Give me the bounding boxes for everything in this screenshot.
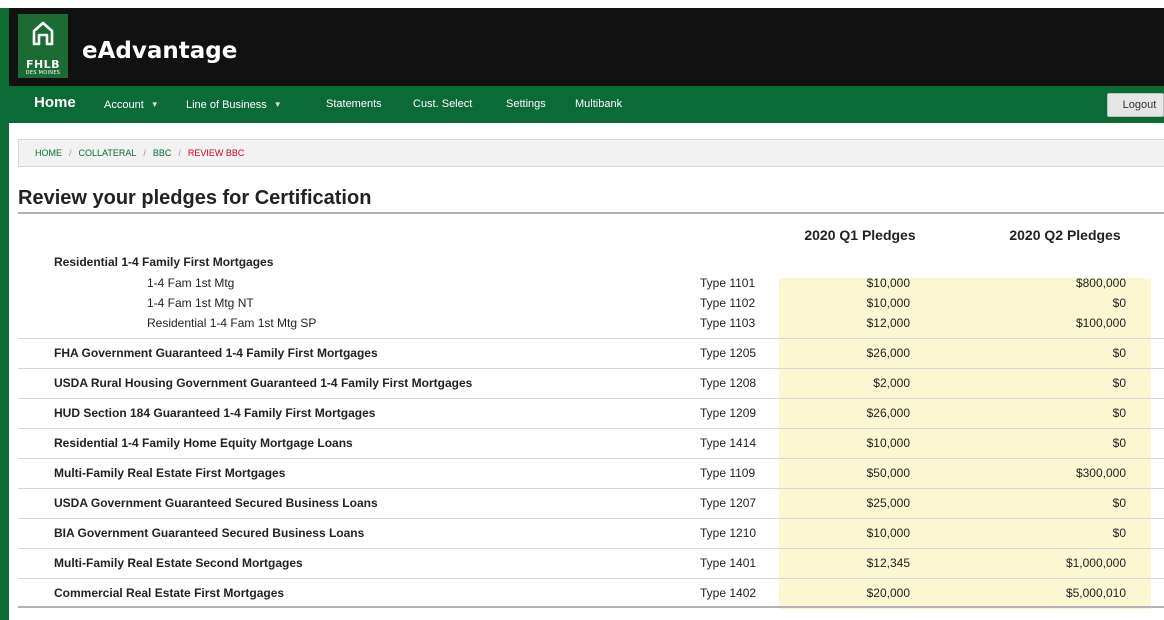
left-rail	[0, 8, 9, 620]
chevron-down-icon: ▼	[150, 100, 159, 109]
sub-row-label: 1-4 Fam 1st Mtg	[147, 276, 235, 290]
row-label: Multi-Family Real Estate First Mortgages	[54, 466, 286, 480]
type-code: Type 1205	[700, 346, 757, 360]
type-code: Type 1101	[700, 276, 756, 290]
type-code: Type 1109	[700, 466, 756, 480]
q2-value: $0	[1112, 296, 1126, 310]
app-header: FHLB DES MOINES eAdvantage	[9, 8, 1164, 86]
breadcrumb-separator: /	[178, 148, 181, 158]
breadcrumb-review-bbc: REVIEW BBC	[187, 148, 245, 158]
column-header-q1: 2020 Q1 Pledges	[804, 227, 916, 243]
breadcrumb-separator: /	[69, 148, 72, 158]
type-code: Type 1402	[700, 586, 757, 600]
type-code: Type 1102	[700, 296, 756, 310]
q1-value: $25,000	[866, 496, 910, 510]
q2-value: $0	[1112, 346, 1126, 360]
q2-value: $1,000,000	[1065, 556, 1126, 570]
q2-value: $0	[1112, 526, 1126, 540]
q1-value: $2,000	[873, 376, 910, 390]
q1-value: $12,000	[866, 316, 910, 330]
top-accent	[0, 0, 1164, 8]
q2-value: $5,000,010	[1065, 586, 1126, 600]
nav-account[interactable]: Account ▼	[104, 86, 159, 123]
q1-value: $10,000	[866, 296, 910, 310]
row-label: HUD Section 184 Guaranteed 1-4 Family Fi…	[54, 406, 376, 420]
house-icon	[32, 21, 54, 46]
row-label: USDA Rural Housing Government Guaranteed…	[54, 376, 473, 390]
q1-value: $20,000	[866, 586, 910, 600]
logo-subtext: DES MOINES	[25, 70, 61, 76]
nav-line-of-business-label: Line of Business	[186, 99, 267, 111]
main-nav: Home Account ▼ Line of Business ▼ Statemen…	[9, 86, 1164, 123]
title-divider	[18, 212, 1164, 214]
sub-row-label: 1-4 Fam 1st Mtg NT	[147, 296, 254, 310]
group-label: Residential 1-4 Family First Mortgages	[54, 255, 274, 269]
type-code: Type 1209	[700, 406, 757, 420]
nav-account-label: Account	[104, 99, 144, 111]
q1-value: $26,000	[866, 346, 910, 360]
breadcrumb-bbc[interactable]: BBC	[153, 148, 172, 158]
sub-row-label: Residential 1-4 Fam 1st Mtg SP	[147, 316, 317, 330]
q1-value: $10,000	[866, 436, 910, 450]
q2-value: $0	[1112, 496, 1126, 510]
chevron-down-icon: ▼	[273, 100, 282, 109]
breadcrumb-home[interactable]: HOME	[35, 148, 62, 158]
q2-value: $800,000	[1075, 276, 1126, 290]
q1-value: $12,345	[866, 556, 910, 570]
nav-settings[interactable]: Settings	[506, 86, 546, 123]
q2-value: $0	[1112, 436, 1126, 450]
type-code: Type 1210	[700, 526, 757, 540]
q2-value: $0	[1112, 376, 1126, 390]
q1-value: $10,000	[866, 276, 910, 290]
nav-statements[interactable]: Statements	[326, 86, 382, 123]
row-label: BIA Government Guaranteed Secured Busine…	[54, 526, 365, 540]
row-label: Commercial Real Estate First Mortgages	[54, 586, 285, 600]
breadcrumb: HOME / COLLATERAL / BBC / REVIEW BBC	[18, 139, 1164, 167]
type-code: Type 1208	[700, 376, 757, 390]
type-code: Type 1103	[700, 316, 756, 330]
page-title: Review your pledges for Certification	[18, 187, 372, 209]
fhlb-logo[interactable]: FHLB DES MOINES	[18, 14, 68, 78]
nav-home[interactable]: Home	[34, 86, 76, 123]
q1-value: $26,000	[866, 406, 910, 420]
row-label: Multi-Family Real Estate Second Mortgage…	[54, 556, 303, 570]
nav-cust-select[interactable]: Cust. Select	[413, 86, 472, 123]
q2-value: $0	[1112, 406, 1126, 420]
type-code: Type 1207	[700, 496, 757, 510]
breadcrumb-separator: /	[143, 148, 146, 158]
breadcrumb-collateral[interactable]: COLLATERAL	[79, 148, 137, 158]
table-bottom-divider	[18, 606, 1164, 608]
q1-value: $10,000	[866, 526, 910, 540]
type-code: Type 1414	[700, 436, 757, 450]
column-header-q2: 2020 Q2 Pledges	[1009, 227, 1121, 243]
row-label: FHA Government Guaranteed 1-4 Family Fir…	[54, 346, 378, 360]
nav-line-of-business[interactable]: Line of Business ▼	[186, 86, 282, 123]
q2-value: $100,000	[1075, 316, 1126, 330]
row-label: Residential 1-4 Family Home Equity Mortg…	[54, 436, 353, 450]
type-code: Type 1401	[700, 556, 757, 570]
q1-value: $50,000	[866, 466, 910, 480]
row-label: USDA Government Guaranteed Secured Busin…	[54, 496, 378, 510]
q2-value: $300,000	[1075, 466, 1126, 480]
nav-multibank[interactable]: Multibank	[575, 86, 622, 123]
logout-button[interactable]: Logout	[1107, 93, 1164, 117]
app-title: eAdvantage	[82, 38, 238, 64]
